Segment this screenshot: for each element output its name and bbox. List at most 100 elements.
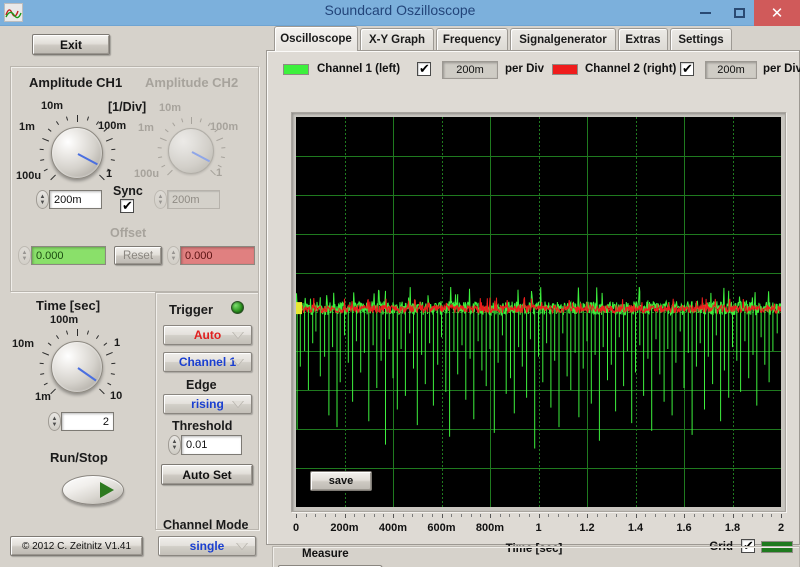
maximize-button[interactable] (722, 0, 756, 26)
title-bar: Soundcard Oszilloscope ✕ (0, 0, 800, 26)
tab-signalgenerator[interactable]: Signalgenerator (510, 28, 616, 51)
per-div-unit-label: [1/Div] (108, 100, 147, 114)
amplitude-ch1-field[interactable]: ▲ ▼ 200m (36, 190, 102, 209)
channel-1-scale-value[interactable]: 200m (442, 61, 498, 79)
amplitude-ch2-knob-dial[interactable] (168, 128, 214, 174)
channel-1-enable-checkbox[interactable] (417, 61, 431, 76)
copyright-button[interactable]: © 2012 C. Zeitnitz V1.41 (10, 536, 143, 556)
x-tick-minor (751, 514, 753, 517)
tab-strip: Oscilloscope X-Y Graph Frequency Signalgene… (266, 26, 800, 51)
chevron-down-icon (232, 332, 244, 339)
amplitude-ch1-spinner[interactable]: ▲ ▼ (36, 190, 49, 209)
offset-ch2-value[interactable]: 0.000 (180, 246, 255, 265)
minimize-button[interactable] (688, 0, 722, 26)
knob-tick (110, 159, 115, 161)
knob-tick (99, 388, 105, 395)
x-tick-minor (354, 514, 356, 517)
channel-2-scale-value[interactable]: 200m (705, 61, 757, 79)
knob-tick (42, 137, 50, 142)
x-tick-minor (577, 514, 579, 517)
knob-tick (172, 122, 176, 127)
offset-ch1-spinner[interactable]: ▲ ▼ (18, 246, 31, 265)
knob-tick (105, 137, 113, 142)
threshold-spinner[interactable]: ▲ ▼ (168, 435, 181, 455)
tab-extras[interactable]: Extras (618, 28, 668, 51)
x-tick-minor (363, 514, 365, 517)
knob-tick (99, 174, 105, 181)
x-tick-label: 200m (330, 522, 359, 534)
tab-oscilloscope[interactable]: Oscilloscope (274, 26, 358, 51)
channel-2-per-div-label: per Div (763, 63, 800, 75)
auto-set-button[interactable]: Auto Set (161, 464, 253, 485)
x-tick-label: 2 (777, 522, 785, 534)
offset-reset-button[interactable]: Reset (114, 246, 162, 265)
amplitude-ch2-field[interactable]: ▲ ▼ 200m (154, 190, 220, 209)
save-button[interactable]: save (310, 471, 372, 491)
knob-tick (220, 156, 225, 159)
offset-ch2-spinner[interactable]: ▲ ▼ (167, 246, 180, 265)
amplitude-ch2-spinner[interactable]: ▲ ▼ (154, 190, 167, 209)
run-stop-button[interactable] (62, 475, 124, 505)
trigger-title: Trigger (169, 302, 214, 317)
trigger-threshold-field[interactable]: ▲ ▼ 0.01 (168, 435, 242, 455)
x-tick-minor (519, 514, 521, 517)
offset-ch1-value[interactable]: 0.000 (31, 246, 106, 265)
time-value-field[interactable]: ▲ ▼ 2 (48, 412, 114, 431)
knob-tick (191, 117, 192, 124)
x-axis: 0 200m 400m 600m 800m 1 1.2 1.4 1.6 1.8 2 (291, 514, 786, 538)
tab-settings[interactable]: Settings (670, 28, 732, 51)
spinner-down-icon: ▼ (171, 445, 178, 451)
trigger-led (231, 301, 244, 314)
amplitude-ch1-tick-10m: 10m (41, 100, 64, 112)
tab-label: X-Y Graph (368, 34, 426, 46)
channel-1-label: Channel 1 (left) (317, 63, 401, 75)
x-tick-major (296, 514, 297, 518)
offset-ch2-field[interactable]: ▲ ▼ 0.000 (167, 246, 255, 265)
time-value[interactable]: 2 (61, 412, 114, 431)
trigger-marker (296, 302, 302, 315)
tab-label: Frequency (442, 34, 502, 46)
sync-checkbox[interactable] (120, 198, 134, 213)
trigger-edge-select[interactable]: rising (163, 394, 252, 414)
exit-button-label: Exit (59, 37, 82, 52)
knob-tick (42, 351, 50, 356)
knob-tick (158, 156, 163, 159)
knob-tick (39, 148, 44, 151)
knob-tick (65, 330, 69, 335)
auto-set-label: Auto Set (182, 467, 232, 482)
channel-2-enable-checkbox[interactable] (680, 61, 694, 76)
amplitude-group: Amplitude CH1 Amplitude CH2 [1/Div] 10m … (10, 66, 259, 292)
oscilloscope-plot[interactable]: save (296, 117, 781, 507)
x-tick-label: 1 (535, 522, 542, 534)
knob-tick (43, 382, 48, 386)
offset-ch1-field[interactable]: ▲ ▼ 0.000 (18, 246, 106, 265)
x-tick-label: 600m (427, 522, 456, 534)
amplitude-ch1-knob-dial[interactable] (51, 127, 103, 179)
knob-tick (39, 362, 44, 365)
time-knob-dial[interactable] (51, 341, 103, 393)
x-tick-minor (334, 514, 336, 517)
trigger-source-select[interactable]: Channel 1 (163, 352, 252, 372)
channel-mode-select[interactable]: single (158, 536, 256, 556)
x-tick-minor (548, 514, 550, 517)
spinner-down-icon: ▼ (157, 199, 164, 206)
trigger-threshold-value[interactable]: 0.01 (181, 435, 242, 455)
time-spinner[interactable]: ▲ ▼ (48, 412, 61, 431)
tab-x-y-graph[interactable]: X-Y Graph (360, 28, 434, 51)
offset-label: Offset (110, 226, 147, 240)
oscilloscope-plot-frame: save (291, 112, 786, 512)
knob-tick (164, 129, 169, 133)
knob-tick (221, 147, 226, 149)
x-tick-major (538, 514, 540, 518)
trigger-mode-value: Auto (193, 328, 222, 342)
exit-button[interactable]: Exit (32, 34, 110, 55)
close-button[interactable]: ✕ (754, 0, 800, 26)
knob-tick (50, 174, 56, 181)
x-tick-minor (470, 514, 472, 517)
amplitude-ch1-value[interactable]: 200m (49, 190, 102, 209)
amplitude-ch2-value[interactable]: 200m (167, 190, 220, 209)
trigger-mode-select[interactable]: Auto (163, 325, 252, 345)
x-tick-minor (742, 514, 744, 517)
tab-frequency[interactable]: Frequency (436, 28, 508, 51)
knob-tick (86, 116, 90, 121)
